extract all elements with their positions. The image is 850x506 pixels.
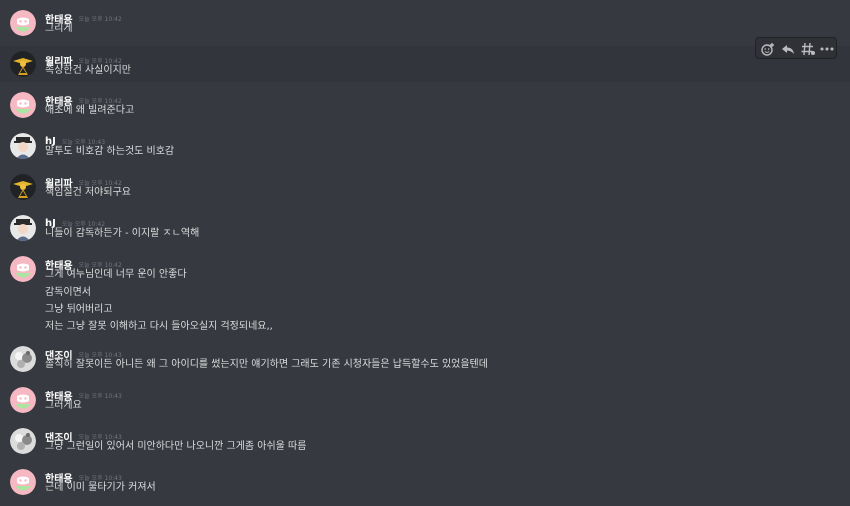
avatar[interactable] <box>10 51 36 77</box>
message-group: 한태용 오늘 오후 10:42 애초에 왜 빌려준다고 <box>0 90 850 120</box>
message-text: 말투도 비호감 하는것도 비호감 <box>45 146 175 157</box>
message-group: 윌리파 오늘 오후 10:42 책임질건 저야되구요 <box>0 172 850 202</box>
message-text: 애초에 왜 빌려준다고 <box>45 105 135 116</box>
avatar[interactable] <box>10 428 36 454</box>
avatar[interactable] <box>10 469 36 495</box>
message-group: 댄조이 오늘 오후 10:43 솔직히 잘못이든 아니든 왜 그 아이디를 썼는지… <box>0 344 850 374</box>
timestamp: 오늘 오후 10:43 <box>78 393 122 400</box>
message-group: hJ 오늘 오후 10:42 니들이 감독하든가 - 이지랄 ㅈㄴ역해 <box>0 213 850 243</box>
avatar[interactable] <box>10 10 36 36</box>
message-group: hJ 오늘 오후 10:43 말투도 비호감 하는것도 비호감 <box>0 131 850 161</box>
message-text: 감독이면서 <box>45 287 91 298</box>
more-icon[interactable] <box>819 41 835 57</box>
avatar[interactable] <box>10 133 36 159</box>
avatar[interactable] <box>10 346 36 372</box>
avatar[interactable] <box>10 174 36 200</box>
message-text: 그러게요 <box>45 400 82 411</box>
message-group: 댄조이 오늘 오후 10:43 그냥 그런일이 있어서 미안하다만 나오니깐 그게… <box>0 426 850 456</box>
message-toolbar <box>755 37 837 59</box>
message-text: 그냥 뒤어버리고 <box>45 304 113 315</box>
message-text: 그리게 <box>45 23 73 34</box>
message-list: 한태용 오늘 오후 10:42 그리게 윌리파 오늘 오후 10:42 속상한건 사… <box>0 0 850 506</box>
message-text: 니들이 감독하든가 - 이지랄 ㅈㄴ역해 <box>45 228 200 239</box>
message-text: 책임질건 저야되구요 <box>45 187 131 198</box>
avatar[interactable] <box>10 256 36 282</box>
message-text: 그냥 그런일이 있어서 미안하다만 나오니깐 그게좀 아쉬울 따름 <box>45 441 307 452</box>
message-text: 근데 이미 물타기가 커져서 <box>45 482 156 493</box>
message-text: 속상한건 사실이지만 <box>45 65 131 76</box>
message-group: 한태용 오늘 오후 10:42 그리게 <box>0 8 850 38</box>
timestamp: 오늘 오후 10:42 <box>78 16 122 23</box>
avatar[interactable] <box>10 387 36 413</box>
reply-icon[interactable] <box>780 41 796 57</box>
message-text: 솔직히 잘못이든 아니든 왜 그 아이디를 썼는지만 얘기하면 그래도 기존 시… <box>45 359 488 370</box>
avatar[interactable] <box>10 92 36 118</box>
message-text: 그게 여누님인데 너무 운이 안좋다 <box>45 269 187 280</box>
message-group: 윌리파 오늘 오후 10:42 속상한건 사실이지만 <box>0 46 850 82</box>
create-thread-icon[interactable] <box>800 41 816 57</box>
message-group: 한태용 오늘 오후 10:42 그게 여누님인데 너무 운이 안좋다 감독이면서 … <box>0 254 850 334</box>
avatar[interactable] <box>10 215 36 241</box>
add-reaction-icon[interactable] <box>760 41 776 57</box>
message-text: 저는 그냥 잘못 이해하고 다시 들아오실지 걱정되네요,, <box>45 321 273 332</box>
message-group: 한태용 오늘 오후 10:43 그러게요 <box>0 385 850 415</box>
message-group: 한태용 오늘 오후 10:43 근데 이미 물타기가 커져서 <box>0 467 850 499</box>
